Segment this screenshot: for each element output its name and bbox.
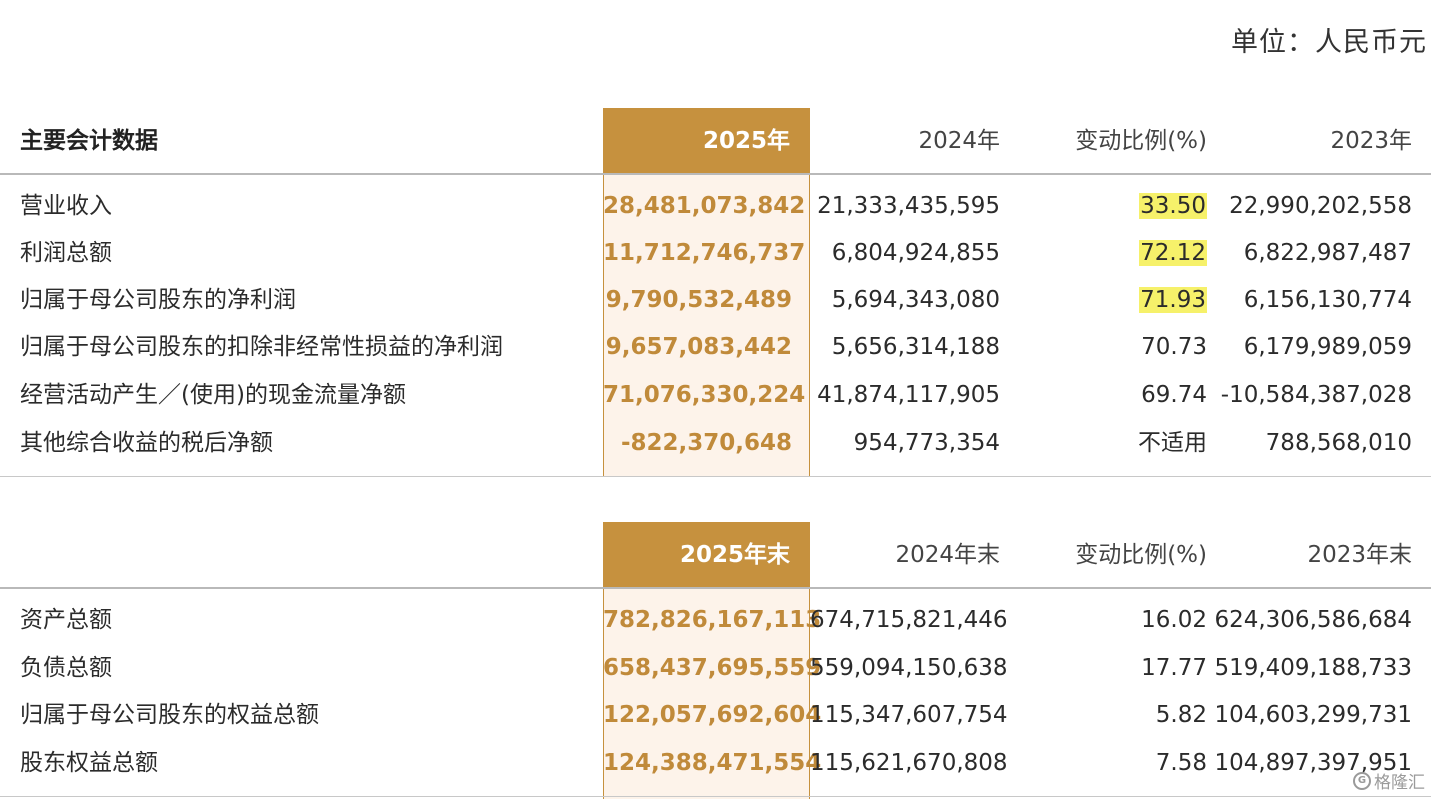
row-label: 经营活动产生／(使用)的现金流量净额 <box>20 382 406 408</box>
row-old: 519,409,188,733 <box>1214 655 1412 681</box>
row-label: 归属于母公司股东的权益总额 <box>20 702 319 728</box>
row-old: -10,584,387,028 <box>1220 382 1412 408</box>
row-old: 6,179,989,059 <box>1243 334 1412 360</box>
table1-bottom-rule <box>0 476 1431 477</box>
row-change: 69.74 <box>1141 382 1207 408</box>
row-prev: 6,804,924,855 <box>831 240 1000 266</box>
row-label: 负债总额 <box>20 655 112 681</box>
watermark-text: 格隆汇 <box>1374 773 1425 793</box>
row-prev: 954,773,354 <box>853 430 1000 456</box>
row-old: 22,990,202,558 <box>1229 193 1412 219</box>
table1-header-row: 主要会计数据 2024年 变动比例(%) 2023年 <box>0 108 1431 174</box>
table-row: 归属于母公司股东的权益总额 122,057,692,604 115,347,60… <box>0 692 1431 739</box>
row-label: 利润总额 <box>20 240 112 266</box>
table2-header-row: 2024年末 变动比例(%) 2023年末 <box>0 522 1431 588</box>
row-current: 11,712,746,737 <box>603 240 806 266</box>
row-label: 归属于母公司股东的扣除非经常性损益的净利润 <box>20 334 503 360</box>
row-prev: 115,347,607,754 <box>810 702 1008 728</box>
row-label: 营业收入 <box>20 193 112 219</box>
table-row: 归属于母公司股东的扣除非经常性损益的净利润 9,657,083,442 5,65… <box>0 324 1431 371</box>
table1-header-rule <box>0 173 1431 175</box>
watermark: G 格隆汇 <box>1353 768 1425 793</box>
row-current: 782,826,167,113 <box>603 607 822 633</box>
row-label: 其他综合收益的税后净额 <box>20 430 273 456</box>
row-change: 33.50 <box>1000 183 1207 230</box>
row-prev: 674,715,821,446 <box>810 607 1008 633</box>
row-prev: 115,621,670,808 <box>810 750 1008 776</box>
highlighted-value: 71.93 <box>1139 287 1207 313</box>
highlighted-value: 72.12 <box>1139 240 1207 266</box>
table2-header-rule <box>0 587 1431 589</box>
table-row: 其他综合收益的税后净额 -822,370,648 954,773,354 不适用… <box>0 420 1431 467</box>
table1-header-change: 变动比例(%) <box>1075 128 1207 154</box>
table-row: 资产总额 782,826,167,113 674,715,821,446 16.… <box>0 597 1431 644</box>
row-prev: 559,094,150,638 <box>810 655 1008 681</box>
row-current: 658,437,695,559 <box>603 655 822 681</box>
row-prev: 21,333,435,595 <box>817 193 1000 219</box>
row-change: 71.93 <box>1000 277 1207 324</box>
row-current: 9,657,083,442 <box>605 334 792 360</box>
row-current: 71,076,330,224 <box>603 382 806 408</box>
row-old: 788,568,010 <box>1265 430 1412 456</box>
unit-note: 单位：人民币元 <box>1231 27 1427 58</box>
table2-header-prev: 2024年末 <box>895 542 1000 568</box>
row-change: 5.82 <box>1155 702 1207 728</box>
row-change: 70.73 <box>1141 334 1207 360</box>
table1-header-old: 2023年 <box>1330 128 1412 154</box>
row-label: 资产总额 <box>20 607 112 633</box>
row-prev: 5,656,314,188 <box>831 334 1000 360</box>
row-change: 16.02 <box>1141 607 1207 633</box>
row-prev: 5,694,343,080 <box>831 287 1000 313</box>
row-old: 6,156,130,774 <box>1243 287 1412 313</box>
watermark-logo-icon: G <box>1353 771 1371 790</box>
row-change: 72.12 <box>1000 230 1207 277</box>
table-row: 股东权益总额 124,388,471,554 115,621,670,808 7… <box>0 740 1431 787</box>
table2-bottom-rule <box>0 796 1431 797</box>
row-current: 28,481,073,842 <box>603 193 806 219</box>
table-row: 利润总额 11,712,746,737 6,804,924,855 72.12 … <box>0 230 1431 277</box>
row-change: 7.58 <box>1155 750 1207 776</box>
row-current: 124,388,471,554 <box>603 750 822 776</box>
row-current: -822,370,648 <box>620 430 792 456</box>
row-prev: 41,874,117,905 <box>817 382 1000 408</box>
table-row: 负债总额 658,437,695,559 559,094,150,638 17.… <box>0 645 1431 692</box>
table-row: 经营活动产生／(使用)的现金流量净额 71,076,330,224 41,874… <box>0 372 1431 419</box>
table2-header-change: 变动比例(%) <box>1075 542 1207 568</box>
row-change: 不适用 <box>1138 430 1207 456</box>
row-old: 104,603,299,731 <box>1214 702 1412 728</box>
table-row: 归属于母公司股东的净利润 9,790,532,489 5,694,343,080… <box>0 277 1431 324</box>
row-old: 624,306,586,684 <box>1214 607 1412 633</box>
table1-header-label: 主要会计数据 <box>20 128 158 154</box>
row-current: 122,057,692,604 <box>603 702 822 728</box>
row-current: 9,790,532,489 <box>605 287 792 313</box>
highlighted-value: 33.50 <box>1139 193 1207 219</box>
table1-header-prev: 2024年 <box>918 128 1000 154</box>
row-old: 6,822,987,487 <box>1243 240 1412 266</box>
table-row: 营业收入 28,481,073,842 21,333,435,595 33.50… <box>0 183 1431 230</box>
row-change: 17.77 <box>1141 655 1207 681</box>
table2-header-old: 2023年末 <box>1307 542 1412 568</box>
row-label: 归属于母公司股东的净利润 <box>20 287 296 313</box>
row-label: 股东权益总额 <box>20 750 158 776</box>
